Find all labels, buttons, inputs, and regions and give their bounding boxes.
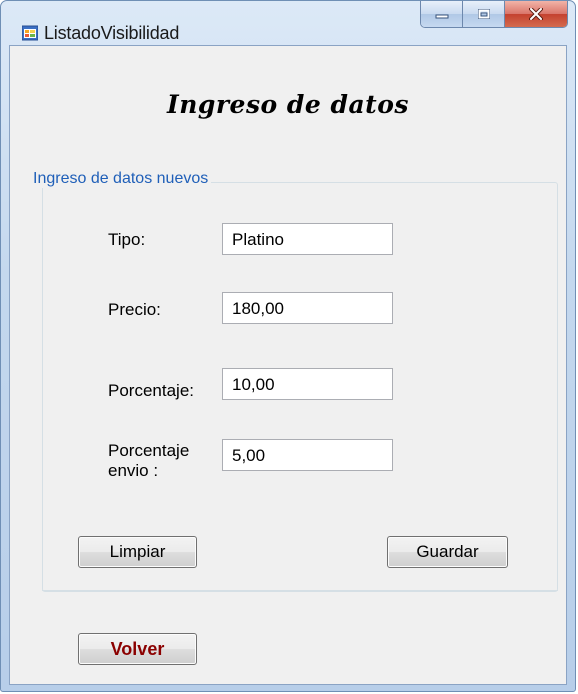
close-icon — [529, 8, 543, 20]
form-client-area: Ingreso de datos Ingreso de datos nuevos… — [9, 45, 567, 685]
tipo-label: Tipo: — [108, 230, 146, 249]
porcentaje-label: Porcentaje: — [108, 381, 194, 400]
minimize-icon — [435, 14, 448, 19]
caption-buttons — [420, 1, 568, 28]
porcentaje-envio-label: Porcentaje envio : — [108, 441, 190, 480]
save-button[interactable]: Guardar — [387, 536, 508, 568]
tipo-input[interactable]: Platino — [222, 223, 393, 255]
porcentaje-input[interactable]: 10,00 — [222, 368, 393, 400]
app-icon — [22, 25, 38, 41]
porcentaje-envio-input[interactable]: 5,00 — [222, 439, 393, 471]
page-title: Ingreso de datos — [167, 90, 409, 119]
close-button[interactable] — [505, 1, 567, 27]
precio-label: Precio: — [108, 300, 161, 319]
back-button[interactable]: Volver — [78, 633, 197, 665]
precio-input[interactable]: 180,00 — [222, 292, 393, 324]
app-window: ListadoVisibilidad Ingreso de datos Ingr… — [0, 0, 576, 692]
groupbox-title: Ingreso de datos nuevos — [30, 170, 212, 188]
clear-button[interactable]: Limpiar — [78, 536, 197, 568]
minimize-button[interactable] — [421, 1, 463, 27]
maximize-icon — [477, 9, 490, 19]
window-title: ListadoVisibilidad — [44, 23, 180, 43]
divider — [42, 590, 558, 591]
maximize-button[interactable] — [463, 1, 505, 27]
title-bar[interactable]: ListadoVisibilidad — [1, 1, 575, 45]
